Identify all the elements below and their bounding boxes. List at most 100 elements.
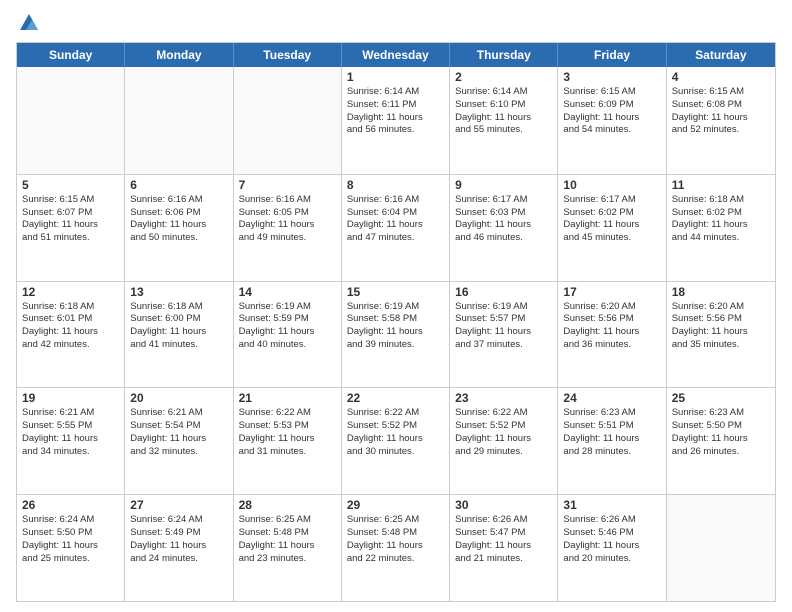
calendar-cell: 17 Sunrise: 6:20 AM Sunset: 5:56 PM Dayli… — [558, 282, 666, 388]
cell-info: Sunrise: 6:15 AM Sunset: 6:07 PM Dayligh… — [22, 194, 119, 245]
calendar-cell — [234, 67, 342, 174]
logo — [16, 12, 40, 34]
cell-info: Sunrise: 6:16 AM Sunset: 6:06 PM Dayligh… — [130, 194, 227, 245]
calendar-cell: 29 Sunrise: 6:25 AM Sunset: 5:48 PM Dayli… — [342, 495, 450, 601]
day-number: 25 — [672, 391, 770, 405]
calendar-cell — [17, 67, 125, 174]
day-number: 19 — [22, 391, 119, 405]
cell-info: Sunrise: 6:17 AM Sunset: 6:02 PM Dayligh… — [563, 194, 660, 245]
day-number: 31 — [563, 498, 660, 512]
cell-info: Sunrise: 6:25 AM Sunset: 5:48 PM Dayligh… — [239, 514, 336, 565]
calendar-cell: 9Sunrise: 6:17 AM Sunset: 6:03 PM Daylig… — [450, 175, 558, 281]
day-number: 7 — [239, 178, 336, 192]
calendar-cell: 14 Sunrise: 6:19 AM Sunset: 5:59 PM Dayli… — [234, 282, 342, 388]
day-number: 14 — [239, 285, 336, 299]
calendar-week-4: 19Sunrise: 6:21 AM Sunset: 5:55 PM Dayli… — [17, 387, 775, 494]
day-header-saturday: Saturday — [667, 43, 775, 67]
cell-info: Sunrise: 6:26 AM Sunset: 5:46 PM Dayligh… — [563, 514, 660, 565]
day-number: 20 — [130, 391, 227, 405]
calendar-cell: 5 Sunrise: 6:15 AM Sunset: 6:07 PM Daylig… — [17, 175, 125, 281]
day-number: 28 — [239, 498, 336, 512]
day-number: 29 — [347, 498, 444, 512]
cell-info: Sunrise: 6:22 AM Sunset: 5:52 PM Dayligh… — [347, 407, 444, 458]
calendar-week-1: 1Sunrise: 6:14 AM Sunset: 6:11 PM Daylig… — [17, 67, 775, 174]
calendar-body: 1Sunrise: 6:14 AM Sunset: 6:11 PM Daylig… — [17, 67, 775, 601]
day-number: 18 — [672, 285, 770, 299]
day-number: 24 — [563, 391, 660, 405]
cell-info: Sunrise: 6:23 AM Sunset: 5:50 PM Dayligh… — [672, 407, 770, 458]
calendar-cell: 23 Sunrise: 6:22 AM Sunset: 5:52 PM Dayli… — [450, 388, 558, 494]
calendar-cell: 13 Sunrise: 6:18 AM Sunset: 6:00 PM Dayli… — [125, 282, 233, 388]
calendar-cell: 30Sunrise: 6:26 AM Sunset: 5:47 PM Dayli… — [450, 495, 558, 601]
calendar-cell: 18 Sunrise: 6:20 AM Sunset: 5:56 PM Dayli… — [667, 282, 775, 388]
page: SundayMondayTuesdayWednesdayThursdayFrid… — [0, 0, 792, 612]
day-number: 5 — [22, 178, 119, 192]
calendar-cell: 31 Sunrise: 6:26 AM Sunset: 5:46 PM Dayli… — [558, 495, 666, 601]
logo-icon — [18, 12, 40, 34]
day-header-monday: Monday — [125, 43, 233, 67]
day-number: 10 — [563, 178, 660, 192]
calendar-cell: 2Sunrise: 6:14 AM Sunset: 6:10 PM Daylig… — [450, 67, 558, 174]
cell-info: Sunrise: 6:22 AM Sunset: 5:52 PM Dayligh… — [455, 407, 552, 458]
calendar-cell: 15 Sunrise: 6:19 AM Sunset: 5:58 PM Dayli… — [342, 282, 450, 388]
calendar-header: SundayMondayTuesdayWednesdayThursdayFrid… — [17, 43, 775, 67]
day-header-thursday: Thursday — [450, 43, 558, 67]
calendar-week-5: 26 Sunrise: 6:24 AM Sunset: 5:50 PM Dayli… — [17, 494, 775, 601]
day-header-friday: Friday — [558, 43, 666, 67]
calendar-cell — [667, 495, 775, 601]
calendar-cell: 8 Sunrise: 6:16 AM Sunset: 6:04 PM Daylig… — [342, 175, 450, 281]
cell-info: Sunrise: 6:16 AM Sunset: 6:04 PM Dayligh… — [347, 194, 444, 245]
calendar-cell: 4 Sunrise: 6:15 AM Sunset: 6:08 PM Daylig… — [667, 67, 775, 174]
day-number: 23 — [455, 391, 552, 405]
calendar-cell: 3 Sunrise: 6:15 AM Sunset: 6:09 PM Daylig… — [558, 67, 666, 174]
calendar-cell: 12Sunrise: 6:18 AM Sunset: 6:01 PM Dayli… — [17, 282, 125, 388]
cell-info: Sunrise: 6:14 AM Sunset: 6:10 PM Dayligh… — [455, 86, 552, 137]
day-number: 8 — [347, 178, 444, 192]
day-number: 6 — [130, 178, 227, 192]
day-number: 4 — [672, 70, 770, 84]
calendar-week-3: 12Sunrise: 6:18 AM Sunset: 6:01 PM Dayli… — [17, 281, 775, 388]
cell-info: Sunrise: 6:22 AM Sunset: 5:53 PM Dayligh… — [239, 407, 336, 458]
calendar-cell: 21 Sunrise: 6:22 AM Sunset: 5:53 PM Dayli… — [234, 388, 342, 494]
cell-info: Sunrise: 6:26 AM Sunset: 5:47 PM Dayligh… — [455, 514, 552, 565]
calendar-cell: 26 Sunrise: 6:24 AM Sunset: 5:50 PM Dayli… — [17, 495, 125, 601]
day-number: 27 — [130, 498, 227, 512]
day-number: 1 — [347, 70, 444, 84]
cell-info: Sunrise: 6:15 AM Sunset: 6:08 PM Dayligh… — [672, 86, 770, 137]
calendar-cell: 1Sunrise: 6:14 AM Sunset: 6:11 PM Daylig… — [342, 67, 450, 174]
day-header-sunday: Sunday — [17, 43, 125, 67]
cell-info: Sunrise: 6:15 AM Sunset: 6:09 PM Dayligh… — [563, 86, 660, 137]
day-number: 22 — [347, 391, 444, 405]
cell-info: Sunrise: 6:18 AM Sunset: 6:02 PM Dayligh… — [672, 194, 770, 245]
cell-info: Sunrise: 6:20 AM Sunset: 5:56 PM Dayligh… — [672, 301, 770, 352]
calendar-cell — [125, 67, 233, 174]
cell-info: Sunrise: 6:24 AM Sunset: 5:49 PM Dayligh… — [130, 514, 227, 565]
day-number: 17 — [563, 285, 660, 299]
calendar-cell: 10 Sunrise: 6:17 AM Sunset: 6:02 PM Dayli… — [558, 175, 666, 281]
calendar-cell: 11 Sunrise: 6:18 AM Sunset: 6:02 PM Dayli… — [667, 175, 775, 281]
calendar-cell: 25 Sunrise: 6:23 AM Sunset: 5:50 PM Dayli… — [667, 388, 775, 494]
cell-info: Sunrise: 6:19 AM Sunset: 5:59 PM Dayligh… — [239, 301, 336, 352]
cell-info: Sunrise: 6:19 AM Sunset: 5:57 PM Dayligh… — [455, 301, 552, 352]
calendar: SundayMondayTuesdayWednesdayThursdayFrid… — [16, 42, 776, 602]
day-number: 11 — [672, 178, 770, 192]
cell-info: Sunrise: 6:25 AM Sunset: 5:48 PM Dayligh… — [347, 514, 444, 565]
header — [16, 12, 776, 34]
day-number: 3 — [563, 70, 660, 84]
day-number: 21 — [239, 391, 336, 405]
cell-info: Sunrise: 6:20 AM Sunset: 5:56 PM Dayligh… — [563, 301, 660, 352]
day-number: 26 — [22, 498, 119, 512]
calendar-cell: 22 Sunrise: 6:22 AM Sunset: 5:52 PM Dayli… — [342, 388, 450, 494]
calendar-cell: 6 Sunrise: 6:16 AM Sunset: 6:06 PM Daylig… — [125, 175, 233, 281]
cell-info: Sunrise: 6:24 AM Sunset: 5:50 PM Dayligh… — [22, 514, 119, 565]
calendar-cell: 16Sunrise: 6:19 AM Sunset: 5:57 PM Dayli… — [450, 282, 558, 388]
calendar-cell: 7Sunrise: 6:16 AM Sunset: 6:05 PM Daylig… — [234, 175, 342, 281]
calendar-cell: 20 Sunrise: 6:21 AM Sunset: 5:54 PM Dayli… — [125, 388, 233, 494]
day-number: 12 — [22, 285, 119, 299]
day-number: 15 — [347, 285, 444, 299]
cell-info: Sunrise: 6:19 AM Sunset: 5:58 PM Dayligh… — [347, 301, 444, 352]
calendar-cell: 19Sunrise: 6:21 AM Sunset: 5:55 PM Dayli… — [17, 388, 125, 494]
cell-info: Sunrise: 6:18 AM Sunset: 6:00 PM Dayligh… — [130, 301, 227, 352]
day-number: 13 — [130, 285, 227, 299]
cell-info: Sunrise: 6:21 AM Sunset: 5:54 PM Dayligh… — [130, 407, 227, 458]
